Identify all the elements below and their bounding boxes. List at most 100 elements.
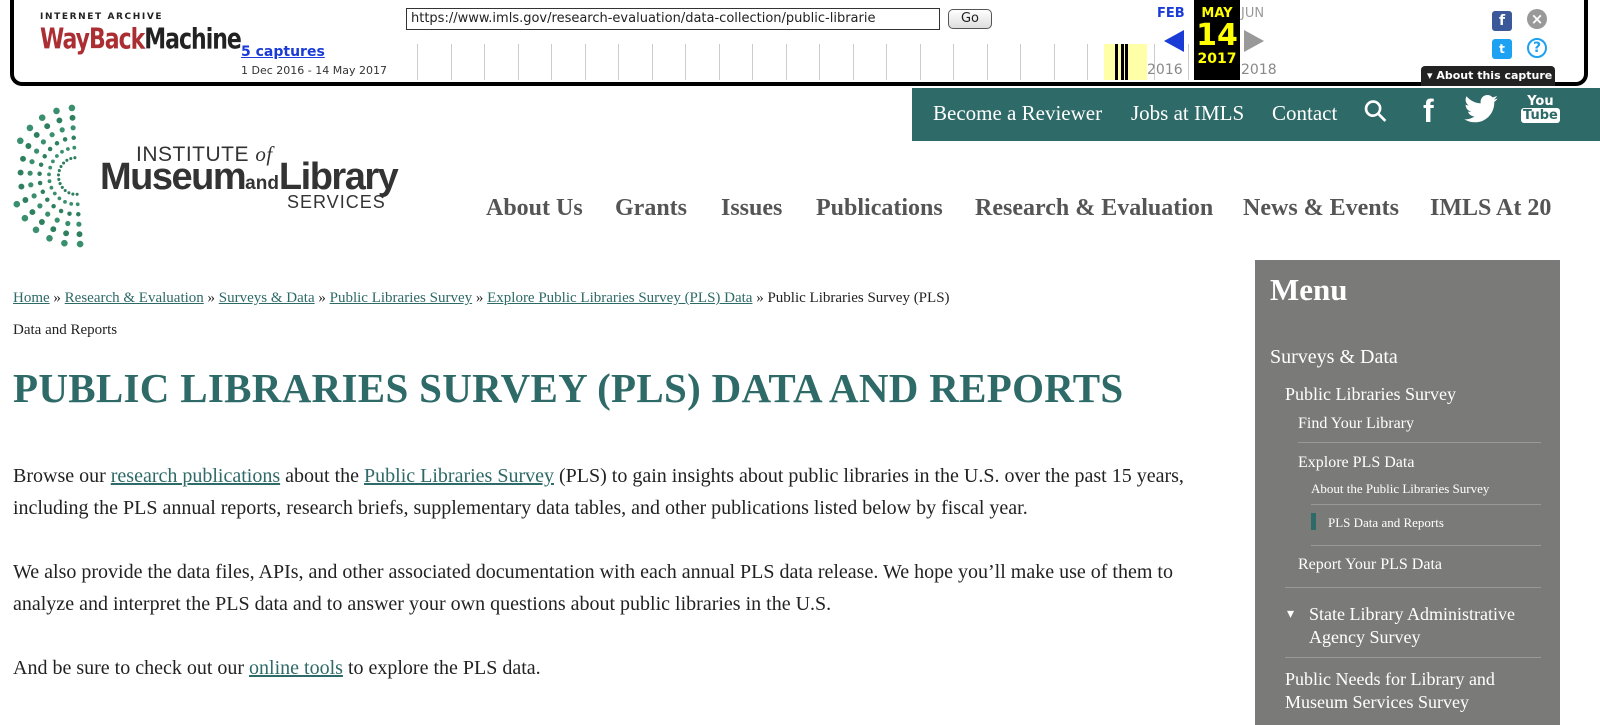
nav-grants[interactable]: Grants xyxy=(615,195,687,222)
search-icon[interactable]: ⚲ xyxy=(1356,91,1396,131)
starburst-dot xyxy=(57,169,61,173)
breadcrumb-pls[interactable]: Public Libraries Survey xyxy=(330,290,472,306)
starburst-dot xyxy=(75,192,79,196)
wayback-machine-wordmark: WayBackMachine xyxy=(40,24,242,57)
starburst-dot xyxy=(46,235,53,242)
sidebar-item-surveys-data[interactable]: Surveys & Data xyxy=(1270,346,1398,369)
nav-imls-at-20[interactable]: IMLS At 20 xyxy=(1430,195,1551,222)
facebook-share-icon[interactable]: f xyxy=(1492,11,1512,31)
starburst-dot xyxy=(62,137,68,142)
starburst-dot xyxy=(72,145,77,150)
imls-starburst-icon xyxy=(13,104,84,248)
breadcrumb: Home » Research & Evaluation » Surveys &… xyxy=(13,290,950,338)
starburst-dot xyxy=(49,185,54,190)
public-libraries-survey-link[interactable]: Public Libraries Survey xyxy=(364,465,554,487)
starburst-dot xyxy=(50,226,57,233)
starburst-dot xyxy=(63,230,70,237)
sidebar-item-explore-pls[interactable]: Explore PLS Data xyxy=(1298,454,1414,472)
research-publications-link[interactable]: research publications xyxy=(111,465,280,487)
sparkline-tick xyxy=(517,44,519,80)
breadcrumb-explore[interactable]: Explore Public Libraries Survey (PLS) Da… xyxy=(487,290,752,306)
current-day: 14 xyxy=(1196,18,1238,53)
sparkline-tick xyxy=(618,44,619,80)
prev-capture-arrow-icon[interactable] xyxy=(1164,30,1184,52)
capture-mark xyxy=(1115,44,1118,80)
nav-research-evaluation[interactable]: Research & Evaluation xyxy=(975,195,1213,222)
starburst-dot xyxy=(40,189,46,195)
starburst-dot xyxy=(17,169,24,176)
starburst-dot xyxy=(42,154,47,159)
sparkline-tick xyxy=(417,44,418,80)
capture-range: 1 Dec 2016 - 14 May 2017 xyxy=(241,64,387,77)
sidebar-item-report-pls[interactable]: Report Your PLS Data xyxy=(1298,556,1442,574)
sidebar-item-find-library[interactable]: Find Your Library xyxy=(1298,415,1414,433)
starburst-dot xyxy=(71,192,75,196)
sparkline-tick xyxy=(484,44,485,80)
starburst-dot xyxy=(25,143,32,149)
twitter-share-icon[interactable]: t xyxy=(1492,39,1512,59)
starburst-dot xyxy=(57,196,62,201)
starburst-dot xyxy=(47,179,52,184)
breadcrumb-home[interactable]: Home xyxy=(13,290,50,306)
starburst-dot xyxy=(27,170,33,176)
nav-about-us[interactable]: About Us xyxy=(486,195,583,222)
sparkline-tick xyxy=(450,44,452,80)
starburst-dot xyxy=(34,148,40,154)
starburst-dot xyxy=(59,127,65,133)
sidebar-menu: Menu Surveys & Data Public Libraries Sur… xyxy=(1255,260,1560,725)
starburst-dot xyxy=(31,193,37,199)
starburst-dot xyxy=(20,155,26,162)
starburst-dot xyxy=(44,123,51,130)
sparkline-tick xyxy=(718,44,720,80)
sidebar-item-public-needs[interactable]: Public Needs for Library and Museum Serv… xyxy=(1285,668,1535,714)
capture-sparkline[interactable] xyxy=(407,44,1189,80)
sparkline-tick xyxy=(819,44,820,80)
starburst-dot xyxy=(33,131,40,138)
breadcrumb-research[interactable]: Research & Evaluation xyxy=(65,290,204,306)
help-icon[interactable]: ? xyxy=(1527,38,1547,58)
nav-news-events[interactable]: News & Events xyxy=(1243,195,1399,222)
wayback-logo[interactable]: INTERNET ARCHIVE WayBackMachine xyxy=(40,12,242,66)
online-tools-link[interactable]: online tools xyxy=(249,657,343,679)
starburst-dot xyxy=(76,231,83,238)
starburst-dot xyxy=(59,164,63,169)
online-tools-paragraph: And be sure to check out our online tool… xyxy=(13,657,541,679)
starburst-dot xyxy=(57,177,61,181)
starburst-dot xyxy=(69,202,74,206)
sparkline-tick xyxy=(1187,44,1189,80)
starburst-dot xyxy=(48,165,53,170)
starburst-dot xyxy=(63,188,67,193)
prev-month-link[interactable]: FEB xyxy=(1157,6,1185,21)
about-capture-button[interactable]: ▾ About this capture xyxy=(1421,66,1555,86)
nav-issues[interactable]: Issues xyxy=(721,195,782,222)
nav-publications[interactable]: Publications xyxy=(816,195,943,222)
sidebar-item-pls-reports[interactable]: PLS Data and Reports xyxy=(1328,515,1444,531)
sidebar-item-about-pls[interactable]: About the Public Libraries Survey xyxy=(1311,481,1489,497)
starburst-dot xyxy=(40,139,46,145)
breadcrumb-surveys[interactable]: Surveys & Data xyxy=(219,290,315,306)
current-capture-date: MAY 14 2017 xyxy=(1194,0,1240,80)
jobs-link[interactable]: Jobs at IMLS xyxy=(1131,101,1244,126)
facebook-icon[interactable]: f xyxy=(1423,93,1434,130)
starburst-dot xyxy=(21,214,29,222)
starburst-dot xyxy=(63,200,67,204)
twitter-icon[interactable] xyxy=(1464,95,1498,130)
divider xyxy=(1298,442,1541,443)
starburst-dot xyxy=(52,191,57,196)
become-reviewer-link[interactable]: Become a Reviewer xyxy=(933,101,1102,126)
starburst-dot xyxy=(45,197,50,202)
current-year: 2017 xyxy=(1197,51,1237,67)
wayback-go-button[interactable]: Go xyxy=(948,9,992,29)
imls-logo[interactable]: INSTITUTE of MuseumandLibrary SERVICES xyxy=(12,98,412,248)
chevron-down-icon[interactable]: ▾ xyxy=(1287,606,1294,623)
contact-link[interactable]: Contact xyxy=(1272,101,1337,126)
starburst-dot xyxy=(53,107,60,115)
starburst-dot xyxy=(26,124,34,132)
sidebar-item-pls[interactable]: Public Libraries Survey xyxy=(1285,384,1456,405)
captures-link[interactable]: 5 captures xyxy=(241,44,325,60)
youtube-icon[interactable]: You Tube xyxy=(1521,95,1560,123)
wayback-url-input[interactable]: https://www.imls.gov/research-evaluation… xyxy=(406,8,940,30)
close-icon[interactable]: × xyxy=(1527,9,1547,29)
sidebar-item-state-library[interactable]: State Library Administrative Agency Surv… xyxy=(1309,603,1539,649)
starburst-dot xyxy=(38,114,46,121)
